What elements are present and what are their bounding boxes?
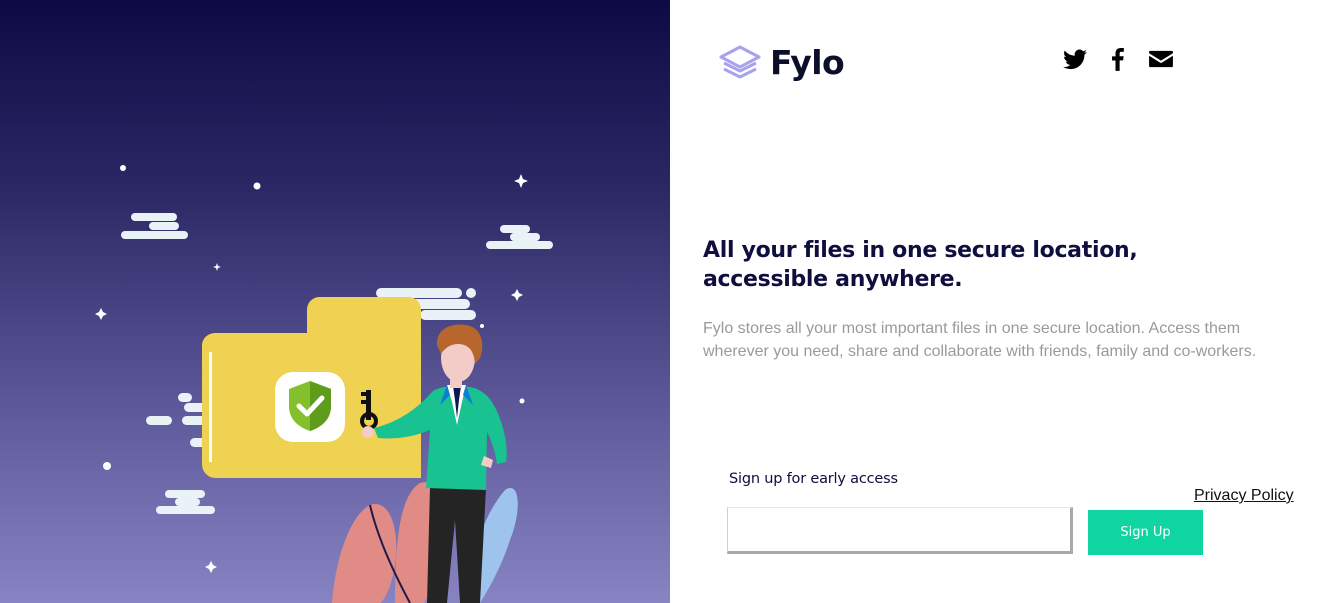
envelope-icon (1149, 50, 1173, 68)
brand-logo[interactable]: Fylo (719, 43, 845, 82)
signup-label: Sign up for early access (729, 471, 898, 487)
facebook-link[interactable] (1105, 46, 1131, 72)
email-input[interactable] (727, 507, 1073, 554)
brand-name: Fylo (770, 43, 845, 82)
twitter-link[interactable] (1062, 46, 1088, 72)
plant-decoration (332, 482, 518, 603)
privacy-policy-link[interactable]: Privacy Policy (1194, 487, 1294, 505)
twitter-icon (1063, 49, 1087, 70)
hero-description: Fylo stores all your most important file… (703, 320, 1257, 360)
stacked-layers-icon (719, 45, 761, 78)
signup-button[interactable]: Sign Up (1088, 510, 1203, 555)
hero-illustration-panel (0, 0, 670, 603)
facebook-icon (1112, 47, 1124, 71)
email-link[interactable] (1148, 46, 1174, 72)
hero-headline: All your files in one secure location, a… (703, 238, 1138, 292)
content-panel: Fylo All your files in one secure locati… (670, 0, 1343, 603)
social-links (1062, 46, 1174, 72)
hero-illustration (95, 165, 553, 603)
folder-illustration (202, 297, 421, 478)
